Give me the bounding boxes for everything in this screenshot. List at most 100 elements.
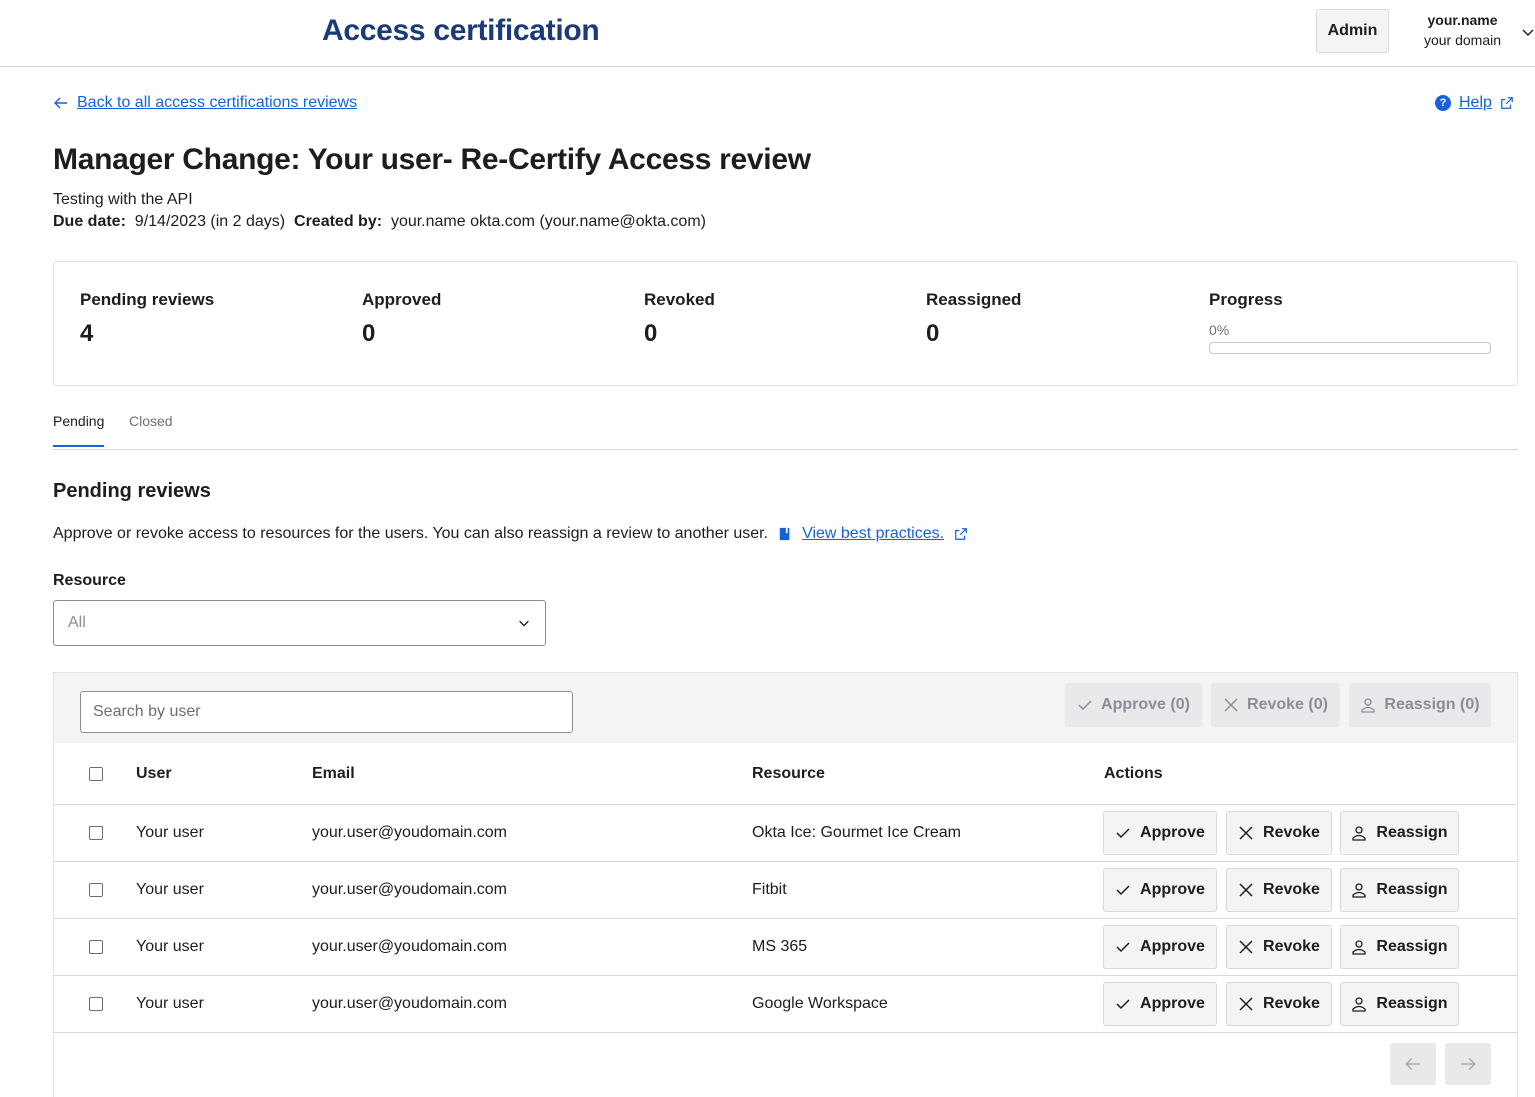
x-icon [1239,883,1253,897]
external-link-icon [1501,97,1513,109]
reassign-button[interactable]: Reassign [1340,982,1459,1026]
revoke-button-label: Revoke [1263,995,1320,1012]
column-header-email: Email [312,765,355,782]
row-checkbox[interactable] [89,826,103,840]
section-title: Pending reviews [53,480,211,502]
reassign-bulk-label: Reassign (0) [1384,696,1480,713]
approve-button-label: Approve [1140,881,1205,898]
stat-reassigned-value: 0 [926,320,940,347]
reassign-button-label: Reassign [1376,824,1448,841]
reassign-bulk-button[interactable]: Reassign (0) [1349,683,1491,727]
table-row: Your user your.user@youdomain.com Okta I… [54,805,1517,862]
revoke-button[interactable]: Revoke [1226,982,1332,1026]
approve-button-label: Approve [1140,938,1205,955]
progress-bar [1209,342,1491,354]
progress-percent: 0% [1209,322,1230,338]
help-circle-icon: ? [1435,95,1451,111]
table-row: Your user your.user@youdomain.com MS 365… [54,919,1517,976]
reassign-button-label: Reassign [1376,995,1448,1012]
search-input[interactable] [80,691,573,733]
stats-card: Pending reviews 4 Approved 0 Revoked 0 R… [53,261,1518,386]
row-resource: MS 365 [752,938,808,955]
approve-button[interactable]: Approve [1103,982,1217,1026]
best-practices-link[interactable]: View best practices. [802,525,944,543]
approve-button-label: Approve [1140,995,1205,1012]
row-email: your.user@youdomain.com [312,881,507,898]
column-header-user: User [136,765,172,782]
revoke-button-label: Revoke [1263,824,1320,841]
back-link-label[interactable]: Back to all access certifications review… [77,94,357,112]
table-header: User Email Resource Actions [54,743,1517,805]
revoke-bulk-label: Revoke (0) [1247,696,1328,713]
section-description-text: Approve or revoke access to resources fo… [53,525,769,542]
stat-reassigned: Reassigned 0 [926,290,1021,348]
stat-revoked: Revoked 0 [644,290,715,348]
x-icon [1239,997,1253,1011]
revoke-button-label: Revoke [1263,938,1320,955]
select-all-checkbox[interactable] [89,767,103,781]
approve-bulk-button[interactable]: Approve (0) [1065,683,1202,727]
row-resource: Fitbit [752,881,787,898]
approve-button[interactable]: Approve [1103,811,1217,855]
book-icon [779,527,790,541]
page-title: Manager Change: Your user- Re-Certify Ac… [53,143,811,176]
stat-pending-value: 4 [80,320,94,347]
stat-progress: Progress 0% [1209,290,1491,354]
row-user: Your user [136,938,204,955]
top-bar: Access certification Admin your.name you… [0,0,1535,67]
revoke-button[interactable]: Revoke [1226,811,1332,855]
approve-button[interactable]: Approve [1103,925,1217,969]
x-icon [1239,940,1253,954]
user-icon [1352,826,1367,841]
check-icon [1078,700,1092,711]
reassign-button-label: Reassign [1376,938,1448,955]
table-toolbar: Approve (0) Revoke (0) Reassign (0) [54,673,1517,743]
x-icon [1239,826,1253,840]
table-row: Your user your.user@youdomain.com Fitbit… [54,862,1517,919]
reassign-button[interactable]: Reassign [1340,925,1459,969]
due-date-value: 9/14/2023 (in 2 days) [134,213,286,230]
approve-button[interactable]: Approve [1103,868,1217,912]
revoke-bulk-button[interactable]: Revoke (0) [1211,683,1340,727]
app-title: Access certification [322,14,600,47]
row-checkbox[interactable] [89,997,103,1011]
prev-page-button[interactable] [1390,1043,1436,1085]
due-date-label: Due date: [53,213,126,230]
check-icon [1116,885,1130,896]
stat-approved-value: 0 [362,320,376,347]
created-by-value: your.name okta.com (your.name@okta.com) [390,213,706,230]
reassign-button[interactable]: Reassign [1340,868,1459,912]
back-link[interactable]: Back to all access certifications review… [53,94,357,112]
chevron-down-icon [519,620,529,627]
row-checkbox[interactable] [89,940,103,954]
row-email: your.user@youdomain.com [312,938,507,955]
stat-approved: Approved 0 [362,290,441,348]
resource-filter-select[interactable]: All [53,600,546,646]
user-icon [1352,997,1367,1012]
resource-filter-label: Resource [53,572,126,589]
stat-revoked-label: Revoked [644,290,715,309]
reassign-button[interactable]: Reassign [1340,811,1459,855]
revoke-button[interactable]: Revoke [1226,925,1332,969]
revoke-button[interactable]: Revoke [1226,868,1332,912]
approve-bulk-label: Approve (0) [1101,696,1190,713]
check-icon [1116,942,1130,953]
row-checkbox[interactable] [89,883,103,897]
arrow-left-icon [1405,1057,1420,1071]
admin-button[interactable]: Admin [1316,9,1389,53]
tab-pending[interactable]: Pending [53,413,105,447]
row-resource: Google Workspace [752,995,888,1012]
next-page-button[interactable] [1445,1043,1491,1085]
help-link[interactable]: ? Help [1435,94,1514,112]
stat-approved-label: Approved [362,290,442,309]
user-icon [1352,883,1367,898]
tab-closed[interactable]: Closed [129,413,173,445]
chevron-down-icon[interactable] [1520,24,1535,40]
stat-pending-label: Pending reviews [80,290,215,309]
user-menu[interactable]: your.name your domain [1410,11,1515,51]
column-header-resource: Resource [752,765,825,782]
external-link-icon [955,528,967,540]
reassign-button-label: Reassign [1376,881,1448,898]
help-link-label[interactable]: Help [1459,94,1492,112]
approve-button-label: Approve [1140,824,1205,841]
